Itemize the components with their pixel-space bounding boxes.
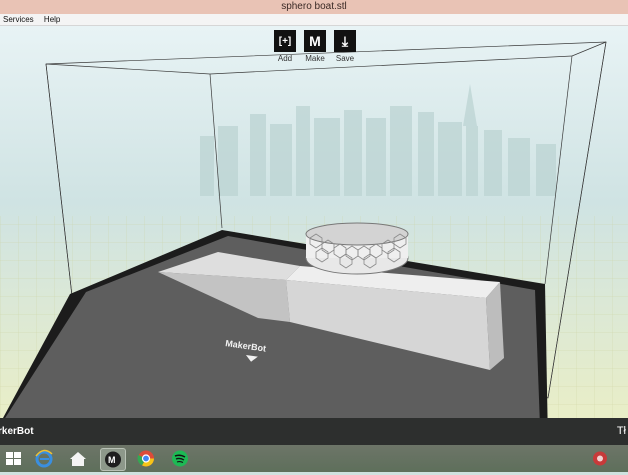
window-title: sphero boat.stl bbox=[281, 1, 347, 12]
menu-help[interactable]: Help bbox=[40, 14, 64, 25]
start-icon[interactable] bbox=[2, 448, 26, 469]
save-tool[interactable]: ⤓ Save bbox=[333, 30, 357, 66]
add-icon[interactable]: [+] bbox=[274, 30, 296, 52]
make-icon[interactable]: M bbox=[304, 30, 326, 52]
chrome-icon[interactable] bbox=[134, 448, 158, 469]
viewport-3d[interactable]: MakerBot bbox=[0, 26, 628, 442]
tray-icon[interactable] bbox=[588, 448, 612, 469]
scene-svg: MakerBot bbox=[0, 26, 628, 442]
makerbot-icon[interactable]: M bbox=[100, 448, 126, 471]
main-toolbar: [+] Add M Make ⤓ Save bbox=[273, 30, 357, 66]
make-label: Make bbox=[305, 54, 325, 63]
status-bar: rkerBot Tł bbox=[0, 418, 628, 445]
explorer-icon[interactable] bbox=[66, 448, 90, 469]
menu-services[interactable]: Services bbox=[0, 14, 38, 25]
spotify-icon[interactable] bbox=[168, 448, 192, 469]
save-icon[interactable]: ⤓ bbox=[334, 30, 356, 52]
ie-icon[interactable] bbox=[32, 448, 56, 469]
svg-text:M: M bbox=[108, 455, 116, 465]
windows-taskbar: M bbox=[0, 445, 628, 472]
status-right-text: Tł bbox=[616, 425, 626, 437]
save-label: Save bbox=[335, 54, 355, 63]
title-bar: sphero boat.stl bbox=[0, 0, 628, 14]
add-tool[interactable]: [+] Add bbox=[273, 30, 297, 66]
menu-bar: Services Help bbox=[0, 14, 628, 26]
makerbot-logo-text: rkerBot bbox=[0, 426, 34, 437]
add-label: Add bbox=[277, 54, 293, 63]
make-tool[interactable]: M Make bbox=[303, 30, 327, 66]
